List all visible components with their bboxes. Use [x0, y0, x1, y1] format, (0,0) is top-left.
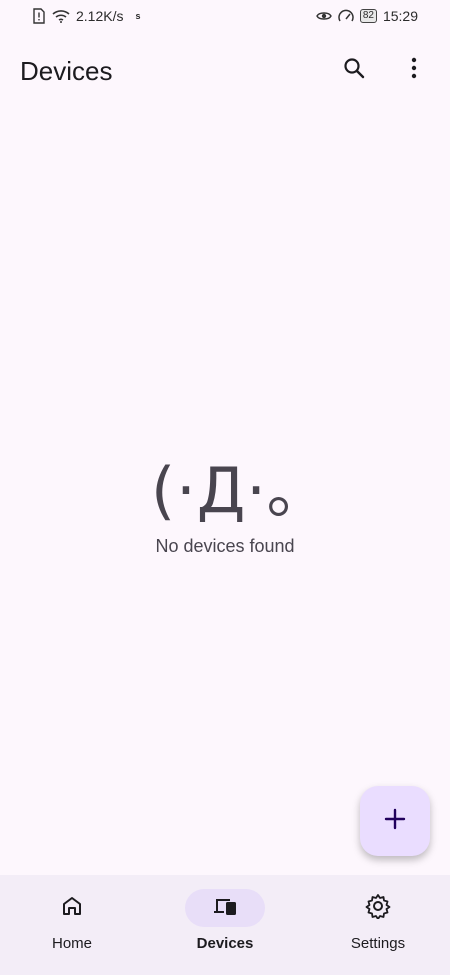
nav-label-devices: Devices — [196, 935, 254, 952]
nav-pill-home — [32, 889, 112, 927]
bottom-navigation: Home Devices Settings — [0, 875, 450, 975]
clock: 15:29 — [382, 8, 418, 24]
app-bar: Devices — [0, 44, 450, 96]
network-speed: 2.12K/s — [76, 8, 124, 24]
devices-icon — [212, 895, 238, 922]
nav-pill-devices — [185, 889, 265, 927]
status-bar: 2.12K/s s 82 15:29 — [0, 0, 450, 32]
empty-kaomoji: (·Д·｡ — [150, 454, 300, 527]
add-device-button[interactable] — [360, 786, 430, 856]
search-icon — [342, 56, 366, 85]
eye-icon — [316, 10, 332, 22]
nav-label-settings: Settings — [350, 935, 406, 952]
search-button[interactable] — [336, 52, 372, 88]
page-title: Devices — [20, 56, 113, 86]
nav-item-home[interactable]: Home — [12, 889, 132, 952]
empty-message: No devices found — [155, 536, 295, 556]
nav-pill-settings — [338, 889, 418, 927]
nav-item-settings[interactable]: Settings — [318, 889, 438, 952]
nav-label-home: Home — [51, 935, 92, 952]
wifi-icon — [52, 9, 70, 23]
settings-icon — [365, 893, 391, 924]
battery-indicator: 82 — [359, 9, 377, 23]
empty-state: (·Д·｡ No devices found — [0, 440, 450, 557]
home-icon — [60, 894, 84, 923]
speedometer-icon — [338, 9, 354, 23]
s-indicator: s — [135, 11, 141, 21]
sim-alert-icon — [32, 8, 46, 24]
more-vert-icon — [410, 57, 418, 84]
add-icon — [384, 808, 406, 835]
more-options-button[interactable] — [396, 52, 432, 88]
nav-item-devices[interactable]: Devices — [165, 889, 285, 952]
